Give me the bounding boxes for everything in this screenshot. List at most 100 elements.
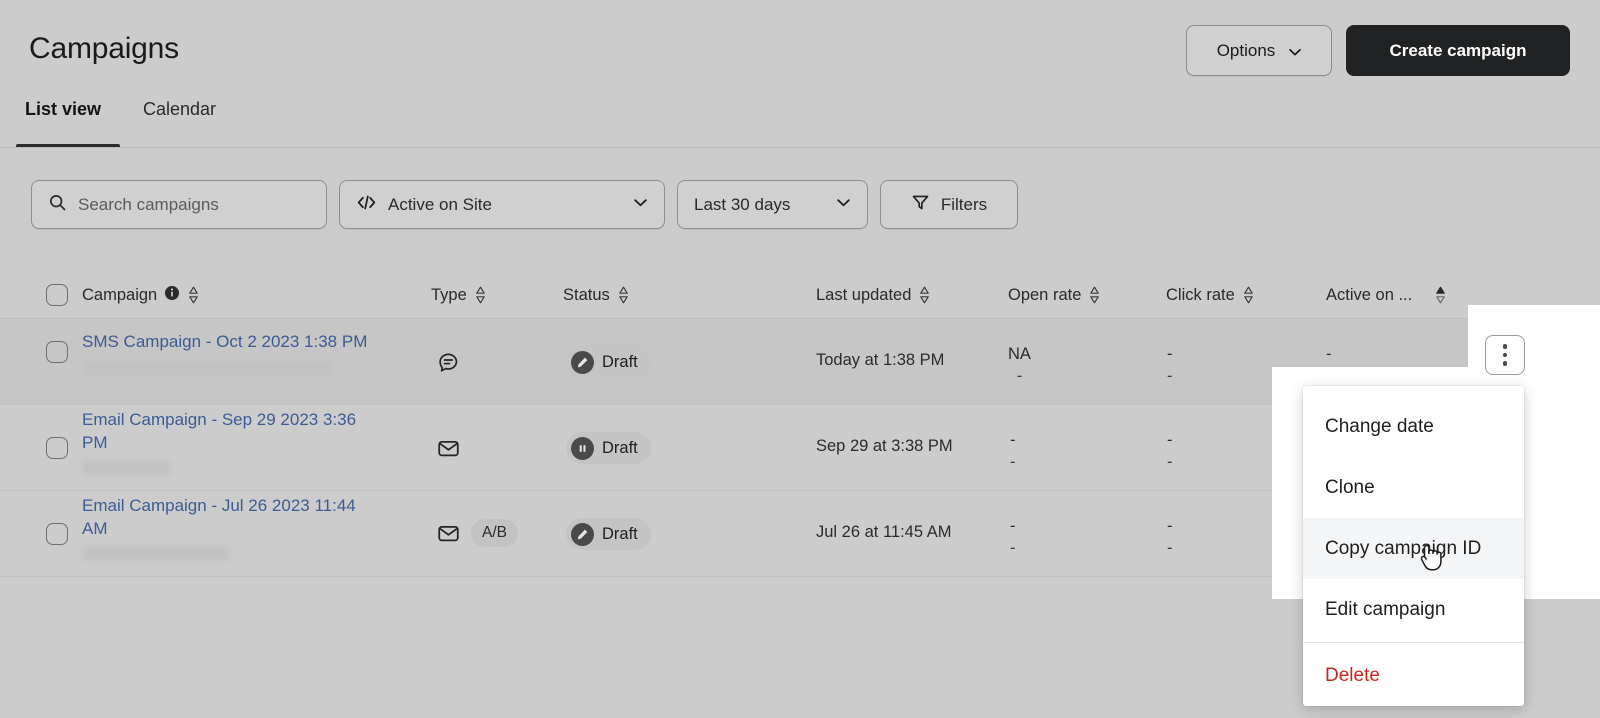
select-all-checkbox[interactable] bbox=[46, 284, 68, 306]
pause-icon bbox=[571, 437, 594, 460]
envelope-icon bbox=[435, 520, 461, 546]
date-range-label: Last 30 days bbox=[694, 195, 790, 215]
header-actions: Options Create campaign bbox=[1186, 25, 1570, 76]
row-checkbox[interactable] bbox=[46, 341, 68, 363]
last-updated-cell: Sep 29 at 3:38 PM bbox=[816, 437, 953, 456]
campaign-subtitle-redacted bbox=[82, 460, 170, 475]
click-rate-subvalue: - bbox=[1167, 454, 1173, 471]
sms-chat-icon bbox=[435, 349, 461, 375]
filters-button[interactable]: Filters bbox=[880, 180, 1018, 229]
column-header-active-on-site[interactable]: Active on ... bbox=[1326, 286, 1447, 305]
search-placeholder: Search campaigns bbox=[78, 195, 219, 215]
campaign-name-link[interactable]: SMS Campaign - Oct 2 2023 1:38 PM bbox=[82, 331, 367, 354]
options-button[interactable]: Options bbox=[1186, 25, 1332, 76]
status-cell: Draft bbox=[566, 346, 651, 378]
menu-item-clone[interactable]: Clone bbox=[1303, 457, 1524, 518]
campaign-name-link[interactable]: Email Campaign - Jul 26 2023 11:44 AM bbox=[82, 495, 382, 541]
status-badge-label: Draft bbox=[602, 439, 638, 458]
chevron-down-icon bbox=[1287, 44, 1301, 58]
column-header-open-rate-label: Open rate bbox=[1008, 286, 1081, 305]
menu-item-delete-label: Delete bbox=[1325, 665, 1380, 687]
row-checkbox-wrap[interactable] bbox=[46, 523, 68, 545]
open-rate-value: - bbox=[1010, 432, 1016, 449]
click-rate-cell: - - bbox=[1167, 518, 1173, 558]
menu-item-copy-campaign-id-label: Copy campaign ID bbox=[1325, 538, 1481, 560]
menu-item-change-date[interactable]: Change date bbox=[1303, 396, 1524, 457]
tabs-divider bbox=[0, 147, 1600, 148]
status-badge: Draft bbox=[566, 432, 651, 464]
view-tabs: List view Calendar bbox=[0, 95, 1600, 148]
active-on-site-value: - bbox=[1326, 346, 1332, 363]
chevron-down-icon bbox=[835, 194, 852, 216]
sort-toggle-status[interactable] bbox=[617, 286, 630, 304]
sort-toggle-last-updated[interactable] bbox=[918, 286, 931, 304]
channel-filter-select[interactable]: Active on Site bbox=[339, 180, 665, 229]
tab-list-view[interactable]: List view bbox=[25, 95, 101, 148]
open-rate-cell: - - bbox=[1010, 432, 1016, 472]
column-header-status[interactable]: Status bbox=[563, 286, 630, 305]
kebab-dot bbox=[1503, 361, 1508, 366]
status-cell: Draft bbox=[566, 518, 651, 550]
sort-toggle-campaign[interactable] bbox=[187, 286, 200, 304]
status-badge-label: Draft bbox=[602, 525, 638, 544]
menu-item-edit-campaign-label: Edit campaign bbox=[1325, 599, 1445, 621]
click-rate-cell: - - bbox=[1167, 346, 1173, 386]
open-rate-value: NA bbox=[1008, 346, 1031, 363]
open-rate-cell: - - bbox=[1010, 518, 1016, 558]
options-button-label: Options bbox=[1217, 41, 1276, 61]
tab-list-view-label: List view bbox=[25, 99, 101, 120]
campaign-cell: SMS Campaign - Oct 2 2023 1:38 PM bbox=[82, 331, 367, 376]
channel-filter-label: Active on Site bbox=[388, 195, 492, 215]
open-rate-subvalue: - bbox=[1010, 454, 1016, 471]
date-range-select[interactable]: Last 30 days bbox=[677, 180, 868, 229]
row-checkbox-wrap[interactable] bbox=[46, 437, 68, 459]
pencil-icon bbox=[571, 523, 594, 546]
select-all-checkbox-wrap[interactable] bbox=[46, 284, 68, 306]
kebab-dot bbox=[1503, 353, 1508, 358]
row-actions-kebab-button[interactable] bbox=[1485, 335, 1525, 375]
campaign-subtitle-redacted bbox=[82, 361, 334, 376]
menu-item-change-date-label: Change date bbox=[1325, 416, 1434, 438]
sort-toggle-open-rate[interactable] bbox=[1088, 286, 1101, 304]
table-header-row: Campaign Type Status Last upda bbox=[0, 272, 1600, 319]
last-updated-cell: Today at 1:38 PM bbox=[816, 351, 944, 370]
row-checkbox-wrap[interactable] bbox=[46, 341, 68, 363]
chevron-down-icon bbox=[632, 194, 649, 216]
open-rate-value: - bbox=[1010, 518, 1016, 535]
search-icon bbox=[48, 193, 67, 217]
menu-item-copy-campaign-id[interactable]: Copy campaign ID bbox=[1303, 518, 1524, 579]
row-actions-menu: Change date Clone Copy campaign ID Edit … bbox=[1303, 386, 1524, 706]
sort-toggle-click-rate[interactable] bbox=[1242, 286, 1255, 304]
menu-item-delete[interactable]: Delete bbox=[1303, 645, 1524, 706]
info-icon[interactable] bbox=[164, 285, 180, 306]
filter-bar: Search campaigns Active on Site Last 30 … bbox=[31, 180, 1018, 229]
row-checkbox[interactable] bbox=[46, 523, 68, 545]
click-rate-value: - bbox=[1167, 432, 1173, 449]
column-header-open-rate[interactable]: Open rate bbox=[1008, 286, 1101, 305]
click-rate-subvalue: - bbox=[1167, 368, 1173, 385]
open-rate-cell: NA - bbox=[1008, 346, 1031, 386]
create-campaign-button[interactable]: Create campaign bbox=[1346, 25, 1570, 76]
tab-calendar[interactable]: Calendar bbox=[143, 95, 216, 148]
row-checkbox[interactable] bbox=[46, 437, 68, 459]
column-header-type[interactable]: Type bbox=[431, 286, 487, 305]
type-cell bbox=[435, 435, 461, 461]
menu-item-edit-campaign[interactable]: Edit campaign bbox=[1303, 579, 1524, 640]
sort-toggle-active-on-site[interactable] bbox=[1434, 286, 1447, 304]
column-header-click-rate[interactable]: Click rate bbox=[1166, 286, 1255, 305]
menu-item-clone-label: Clone bbox=[1325, 477, 1375, 499]
status-badge: Draft bbox=[566, 346, 651, 378]
column-header-last-updated[interactable]: Last updated bbox=[816, 286, 931, 305]
pencil-icon bbox=[571, 351, 594, 374]
click-rate-value: - bbox=[1167, 518, 1173, 535]
column-header-campaign[interactable]: Campaign bbox=[82, 285, 200, 306]
kebab-dot bbox=[1503, 344, 1508, 349]
search-input[interactable]: Search campaigns bbox=[31, 180, 327, 229]
campaign-name-link[interactable]: Email Campaign - Sep 29 2023 3:36 PM bbox=[82, 409, 384, 455]
campaign-cell: Email Campaign - Jul 26 2023 11:44 AM bbox=[82, 495, 382, 561]
tab-calendar-label: Calendar bbox=[143, 99, 216, 120]
column-header-last-updated-label: Last updated bbox=[816, 286, 911, 305]
open-rate-subvalue: - bbox=[1010, 540, 1016, 557]
click-rate-value: - bbox=[1167, 346, 1173, 363]
sort-toggle-type[interactable] bbox=[474, 286, 487, 304]
